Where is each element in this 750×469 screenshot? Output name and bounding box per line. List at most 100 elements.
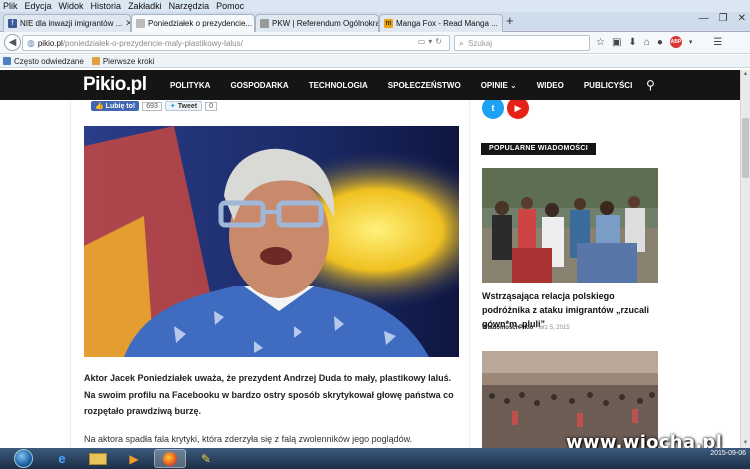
nav-link-publicysci[interactable]: PUBLICYŚCI [584, 81, 632, 90]
maximize-icon[interactable]: ❐ [719, 13, 728, 24]
reload-icon[interactable]: ↻ [435, 37, 445, 46]
close-icon[interactable]: ✕ [122, 18, 130, 29]
search-input[interactable]: ⌕ Szukaj [454, 35, 590, 51]
thumbs-up-icon: 👍 [95, 103, 104, 110]
minimize-icon[interactable]: — [699, 13, 709, 24]
tab-4[interactable]: m Manga Fox - Read Manga ... ✕ [379, 14, 503, 32]
post-source[interactable]: Wiadomości Pikio [482, 325, 533, 331]
sidebar: t ▶ POPULARNE WIADOMOŚCI Wstrząsająca re… [474, 100, 668, 448]
url-tools: ▭▾↻ [418, 37, 445, 46]
menu-tools[interactable]: Narzędzia [169, 1, 210, 11]
tab-2[interactable]: Poniedziałek o prezydencie... ✕ [131, 14, 255, 32]
pencil-app-icon[interactable]: ✎ [190, 449, 222, 468]
bookmark-icon [3, 57, 11, 65]
facebook-like-button[interactable]: 👍 Lubię to! [91, 101, 140, 111]
toolbar-icons: ☆ ▣ ⬇ ⌂ ● ABP ▾ ☰ [596, 36, 722, 48]
close-window-icon[interactable]: ✕ [738, 13, 746, 24]
globe-icon: ◍ [27, 37, 35, 48]
nav-link-gospodarka[interactable]: GOSPODARKA [230, 81, 288, 90]
article-lead: Aktor Jacek Poniedziałek uważa, że prezy… [84, 373, 454, 416]
crowd-photo [482, 168, 658, 283]
explorer-icon[interactable] [82, 449, 114, 468]
article-hero-image [84, 126, 459, 357]
menu-file[interactable]: Plik [3, 1, 18, 11]
bookmark-item[interactable]: Pierwsze kroki [91, 57, 154, 66]
back-button[interactable]: ◀ [4, 34, 21, 51]
nav-link-opinie[interactable]: OPINIE ⌄ [481, 81, 517, 90]
window-controls: — ❐ ✕ [699, 13, 746, 24]
logo-text: Pikio [83, 74, 126, 95]
firefox-icon[interactable] [154, 449, 186, 468]
tweet-count: 0 [205, 101, 217, 111]
tab-strip: f NIE dla inwazji imigrantów ... ✕ Ponie… [0, 12, 750, 32]
tab-label: PKW | Referendum Ogólnokraj... [272, 19, 379, 28]
page-content: 👍 Lubię to! 693 ✦ Tweet 0 Aktor Jacek Po… [0, 100, 740, 448]
menu-history[interactable]: Historia [91, 1, 122, 11]
nav-links: POLITYKA GOSPODARKA TECHNOLOGIA SPOŁECZE… [170, 81, 652, 90]
bookmarks-list-icon[interactable]: ▣ [612, 37, 621, 48]
site-search-icon[interactable]: ⚲ [646, 78, 655, 92]
tab-3[interactable]: PKW | Referendum Ogólnokraj... ✕ [255, 14, 379, 32]
menu-bar: Plik Edycja Widok Historia Zakładki Narz… [0, 0, 750, 12]
url-bar[interactable]: ◍ pikio.pl/poniedzialek-o-prezydencie-ma… [22, 35, 450, 51]
bookmark-icon [91, 57, 100, 65]
nav-link-spoleczenstwo[interactable]: SPOŁECZEŃSTWO [388, 81, 461, 90]
logo-tld: .pl [125, 74, 147, 95]
tab-label: NIE dla inwazji imigrantów ... [20, 19, 123, 28]
fb-like-label: Lubię to! [105, 103, 136, 110]
popular-news-heading: POPULARNE WIADOMOŚCI [481, 143, 596, 155]
menu-view[interactable]: Widok [59, 1, 84, 11]
bookmark-item[interactable]: Często odwiedzane [3, 57, 84, 66]
media-player-icon[interactable]: ▶ [118, 449, 150, 468]
site-navigation: Pikio.pl POLITYKA GOSPODARKA TECHNOLOGIA… [0, 70, 740, 100]
tweet-button[interactable]: ✦ Tweet [164, 101, 203, 111]
download-icon[interactable]: ⬇ [628, 37, 636, 48]
search-icon: ⌕ [459, 37, 465, 48]
home-icon[interactable]: ⌂ [644, 37, 650, 48]
popular-post-meta: Wiadomości Pikio - wrz 5, 2015 [482, 325, 570, 331]
close-icon[interactable]: ✕ [498, 18, 502, 29]
menu-help[interactable]: Pomoc [216, 1, 244, 11]
post-date: wrz 5, 2015 [538, 325, 570, 331]
close-icon[interactable]: ✕ [252, 18, 254, 29]
twitter-icon[interactable]: t [482, 100, 504, 119]
nav-link-polityka[interactable]: POLITYKA [170, 81, 210, 90]
site-logo[interactable]: Pikio.pl [83, 74, 147, 96]
menu-bookmarks[interactable]: Zakładki [128, 1, 162, 11]
hamburger-menu-icon[interactable]: ☰ [713, 37, 722, 48]
scroll-thumb[interactable] [742, 118, 749, 178]
navigation-bar: ◀ ◍ pikio.pl/poniedzialek-o-prezydencie-… [0, 32, 750, 54]
url-host: pikio.pl [37, 38, 63, 48]
scroll-up-icon[interactable]: ▲ [741, 70, 750, 79]
tab-label: Manga Fox - Read Manga ... [396, 19, 498, 28]
page-scrollbar[interactable]: ▲ ▼ [740, 70, 750, 448]
new-tab-button[interactable]: + [506, 13, 514, 28]
fb-like-count: 693 [142, 101, 162, 111]
popular-post-image[interactable] [482, 168, 658, 283]
tab-1[interactable]: f NIE dla inwazji imigrantów ... ✕ [3, 14, 131, 32]
chat-icon[interactable]: ● [657, 37, 663, 48]
tab-label: Poniedziałek o prezydencie... [148, 19, 253, 28]
windows-taskbar: e ▶ ✎ 2015-09-06 [0, 448, 750, 469]
bookmark-label: Często odwiedzane [14, 56, 84, 66]
mangafox-icon: m [384, 19, 393, 28]
youtube-icon[interactable]: ▶ [507, 100, 529, 119]
article-paragraph: Na aktora spadła fala krytyki, która zde… [84, 434, 413, 444]
reader-icon[interactable]: ▭ [418, 37, 429, 46]
nav-link-technologia[interactable]: TECHNOLOGIA [309, 81, 368, 90]
ie-icon[interactable]: e [46, 449, 78, 468]
adblock-icon[interactable]: ABP [669, 36, 682, 48]
bookmarks-bar: Często odwiedzane Pierwsze kroki [0, 55, 750, 68]
scroll-down-icon[interactable]: ▼ [741, 439, 750, 448]
search-placeholder: Szukaj [468, 38, 493, 48]
chevron-down-icon[interactable]: ▾ [689, 38, 693, 46]
twitter-bird-icon: ✦ [169, 103, 176, 110]
system-tray: 2015-09-06 [710, 449, 746, 458]
star-icon[interactable]: ☆ [596, 37, 605, 48]
clock-date: 2015-09-06 [710, 450, 746, 457]
nav-link-wideo[interactable]: WIDEO [537, 81, 564, 90]
page-icon [136, 19, 145, 28]
start-button[interactable] [14, 449, 33, 468]
facebook-icon: f [8, 19, 17, 28]
menu-edit[interactable]: Edycja [25, 1, 52, 11]
